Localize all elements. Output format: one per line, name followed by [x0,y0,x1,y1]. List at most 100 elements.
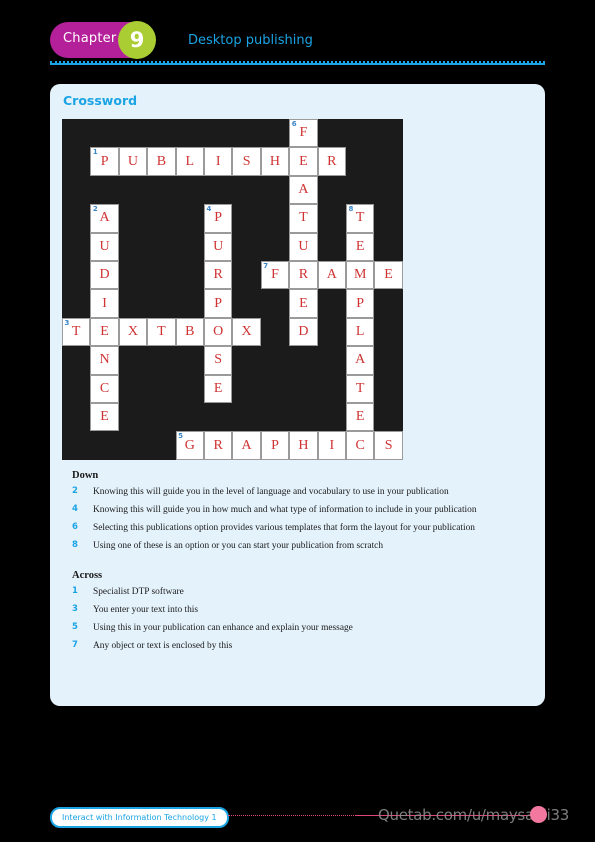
crossword-cell[interactable]: M [346,261,375,290]
crossword-cell[interactable]: 1P [90,147,119,176]
crossword-cell[interactable]: I [90,289,119,318]
across-clue-text: Any object or text is enclosed by this [93,641,233,651]
crossword-cell[interactable]: L [346,317,375,347]
crossword-cell[interactable]: T [346,374,375,403]
crossword-cell[interactable]: B [147,147,176,176]
across-clue-text: Specialist DTP software [93,587,184,597]
crossword-cell[interactable]: I [317,431,346,460]
crossword-cell-letter: E [213,380,223,396]
down-clue-text: Knowing this will guide you in the level… [93,487,449,497]
crossword-cell[interactable]: R [317,147,346,176]
crossword-cell-letter: B [185,323,195,339]
crossword-cell-letter: T [299,210,308,226]
crossword-cell-letter: A [241,437,252,453]
crossword-cell[interactable]: E [90,317,119,347]
crossword-cell[interactable]: P [346,289,375,318]
down-clue-text: Knowing this will guide you in how much … [93,505,477,515]
chapter-title: Desktop publishing [188,33,313,48]
crossword-cell-letter: N [99,352,110,368]
crossword-cell[interactable]: R [289,261,318,290]
crossword-cell-letter: E [355,238,365,254]
crossword-cell[interactable]: A [317,261,346,290]
crossword-cell-letter: S [384,437,393,453]
across-clue-text: Using this in your publication can enhan… [93,623,353,633]
crossword-cell-letter: I [329,437,335,453]
chapter-number: 9 [129,28,145,52]
crossword-cell[interactable]: R [204,431,233,460]
crossword-cell[interactable]: U [289,232,318,261]
crossword-cell[interactable]: X [232,317,261,347]
watermark-badge-icon [530,806,547,823]
crossword-cell[interactable]: 2A [90,204,119,233]
crossword-cell[interactable]: E [374,261,403,290]
crossword-cell[interactable]: H [260,147,290,176]
crossword-cell[interactable]: T [147,317,176,347]
crossword-cell[interactable]: C [90,374,119,403]
crossword-cell[interactable]: 4P [204,204,233,233]
crossword-cell[interactable]: I [204,147,233,176]
crossword-cell-letter: L [185,153,195,169]
book-title-pill: Interact with Information Technology 1 [50,807,229,828]
chapter-label: Chapter [63,31,117,46]
crossword-cell[interactable]: O [204,317,233,347]
crossword-cell[interactable]: T [289,204,318,233]
crossword-cell-letter: X [127,323,139,339]
crossword-cell[interactable]: H [289,431,318,460]
crossword-cell-letter: D [298,323,309,339]
crossword-cell-letter: C [99,380,110,396]
crossword-cell-letter: X [241,323,252,339]
crossword-cell-letter: H [269,153,281,169]
crossword-cell[interactable]: U [204,232,233,261]
crossword-cell[interactable]: S [204,346,233,375]
crossword-cell-letter: A [355,352,366,368]
crossword-cell[interactable]: S [374,431,403,460]
crossword-grid: 6F1PUBLISHERA2A4PT8TUUUEDR7FRAMEIPEP3TEX… [62,119,403,460]
crossword-cell[interactable]: 8T [346,204,375,233]
crossword-cell-letter: L [355,323,365,339]
crossword-cell-letter: R [298,267,309,283]
crossword-cell[interactable]: E [289,147,318,176]
crossword-cell-letter: S [214,352,223,368]
crossword-cell[interactable]: R [204,261,233,290]
crossword-cell[interactable]: E [90,403,119,432]
crossword-cell[interactable]: 7F [260,261,290,290]
crossword-cell-letter: D [99,267,110,283]
header-divider-solid [50,63,545,65]
crossword-cell[interactable]: E [346,232,375,261]
crossword-cell[interactable]: U [118,147,148,176]
crossword-cell-letter: P [214,210,223,226]
crossword-cell-letter: S [242,153,251,169]
crossword-cell-letter: T [355,380,365,396]
crossword-cell[interactable]: D [90,261,119,290]
crossword-cell[interactable]: C [346,431,375,460]
crossword-cell[interactable]: D [289,317,318,347]
crossword-cell[interactable]: U [90,232,119,261]
crossword-cell-letter: F [271,267,279,283]
crossword-cell[interactable]: E [346,403,375,432]
crossword-cell[interactable]: E [204,374,233,403]
crossword-cell[interactable]: A [232,431,261,460]
across-clue-number: 5 [72,622,78,632]
crossword-cell[interactable]: L [175,147,204,176]
crossword-cell-letter: U [127,153,139,169]
crossword-cell[interactable]: 5G [175,431,204,460]
crossword-cell-letter: B [156,153,167,169]
crossword-cell-letter: A [326,267,337,283]
crossword-cell[interactable]: P [204,289,233,318]
crossword-cell[interactable]: 3T [62,317,91,347]
crossword-cell[interactable]: X [118,317,148,347]
crossword-cell-letter: P [271,437,279,453]
crossword-cell[interactable]: A [346,346,375,375]
across-clue-number: 3 [72,604,78,614]
crossword-cell[interactable]: P [260,431,290,460]
crossword-cell[interactable]: N [90,346,119,375]
crossword-cell-letter: G [184,437,195,453]
crossword-cell[interactable]: A [289,175,318,205]
crossword-cell-letter: M [353,267,367,283]
down-heading: Down [72,470,99,481]
crossword-cell[interactable]: B [175,317,204,347]
crossword-cell-letter: T [355,210,365,226]
crossword-cell[interactable]: 6F [289,119,318,148]
crossword-cell[interactable]: E [289,289,318,318]
crossword-cell[interactable]: S [232,147,261,176]
